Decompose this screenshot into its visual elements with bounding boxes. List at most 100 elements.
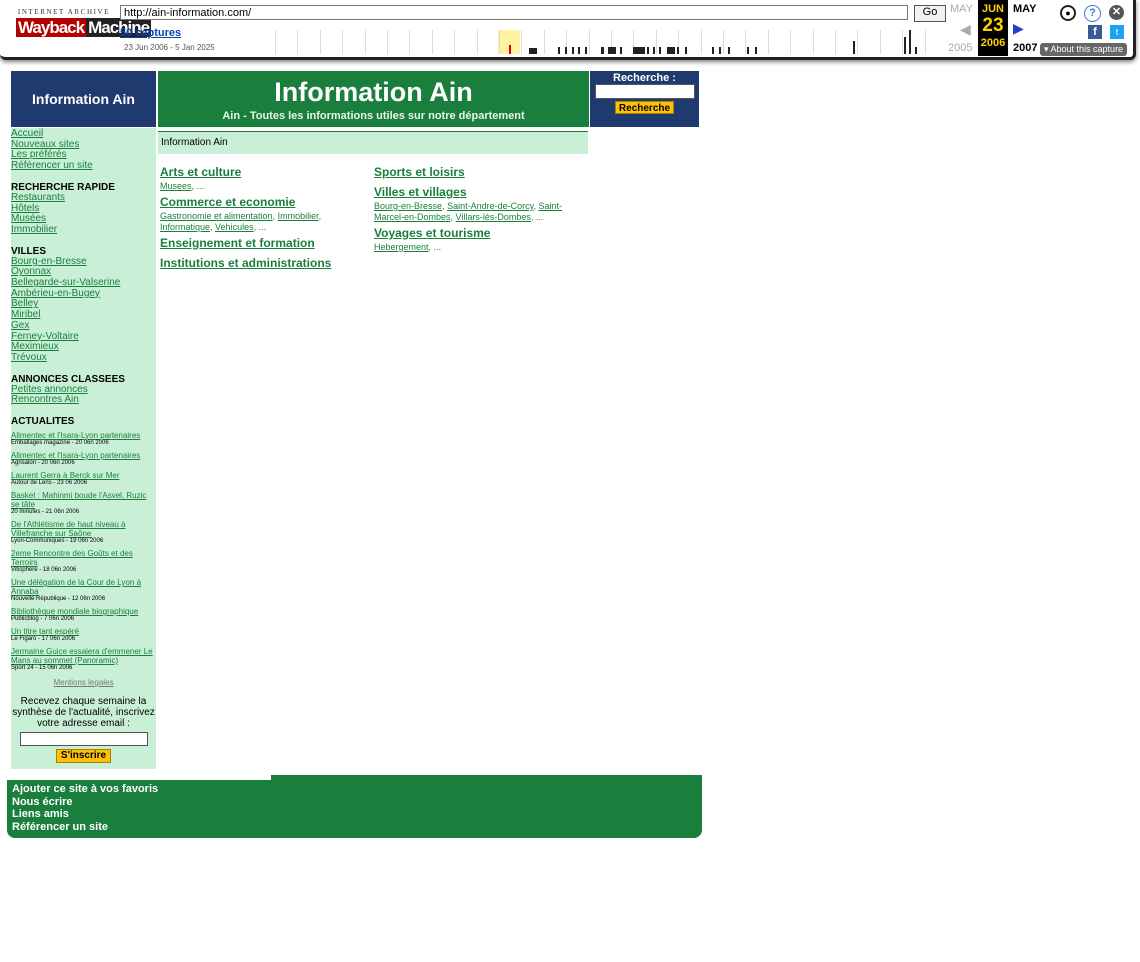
news-title-link[interactable]: Alimentec et l'Isara-Lyon partenaires: [11, 451, 156, 460]
news-item: Jermaine Guice essaiera d'emmener Le Man…: [11, 647, 156, 672]
news-heading: ACTUALITES: [11, 416, 75, 428]
category-title-institutions-et-administrations[interactable]: Institutions et administrations: [160, 256, 331, 270]
capture-sparkline[interactable]: [275, 30, 943, 54]
subscribe-button[interactable]: S'inscrire: [56, 749, 111, 764]
category-subs: Hebergement, ...: [374, 242, 442, 252]
capture-bar: [565, 47, 567, 54]
go-button[interactable]: Go: [914, 5, 946, 22]
facebook-icon[interactable]: f: [1088, 25, 1102, 39]
search-input[interactable]: [595, 84, 695, 99]
next-month[interactable]: MAY: [1013, 3, 1036, 15]
news-title-link[interactable]: 2eme Rencontre des Goûts et des Terroirs: [11, 549, 156, 567]
year-column: [499, 30, 500, 54]
subcategory-link-hebergement[interactable]: Hebergement: [374, 242, 429, 252]
capture-bar: [585, 47, 587, 54]
category-subs: Bourg-en-Bresse, Saint-Andre-de-Corcy, S…: [374, 201, 562, 222]
subcategory-link-informatique[interactable]: Informatique: [160, 222, 210, 232]
year-column: [812, 30, 814, 54]
next-year[interactable]: 2007: [1013, 42, 1037, 54]
capture-bar: [915, 47, 917, 54]
category-title-sports-et-loisirs[interactable]: Sports et loisirs: [374, 165, 465, 179]
capture-bar: [578, 47, 580, 54]
news-title-link[interactable]: Basket : Mahinmi boude l'Asvel, Ruzic se…: [11, 491, 156, 509]
capture-bar: [909, 30, 911, 54]
subcategory-link-vehicules[interactable]: Vehicules: [215, 222, 254, 232]
year-column: [409, 30, 411, 54]
close-icon[interactable]: ✕: [1109, 5, 1124, 20]
year-column: [319, 30, 321, 54]
news-source: Lyon-Communiques - 19 06n 2006: [11, 538, 104, 545]
year-column: [275, 30, 276, 54]
year-column: [857, 30, 859, 54]
help-icon[interactable]: ?: [1084, 5, 1101, 22]
news-title-link[interactable]: Laurent Gerra à Berck sur Mer: [11, 471, 156, 480]
subcategory-link-gastronomie-et-alimentation[interactable]: Gastronomie et alimentation: [160, 211, 273, 221]
news-title-link[interactable]: Bibliothèque mondiale biographique: [11, 607, 156, 616]
category-title-voyages-et-tourisme[interactable]: Voyages et tourisme: [374, 226, 490, 240]
category-voyages-et-tourisme: Voyages et tourisme Hebergement, ...: [374, 226, 579, 253]
footer: Ajouter ce site à vos favoris Nous écrire…: [7, 775, 702, 838]
site-banner: Information Ain Ain - Toutes les informa…: [158, 71, 589, 127]
news-source: Nouvelle République - 12 06n 2006: [11, 596, 106, 603]
news-title-link[interactable]: Un titre tant espéré: [11, 627, 156, 636]
capture-bar: [529, 48, 537, 54]
news-title-link[interactable]: De l'Athlétisme de haut niveau à Villefr…: [11, 520, 156, 538]
quick-link-immobilier[interactable]: Immobilier: [11, 224, 156, 236]
next-arrow-icon[interactable]: ▶: [1013, 20, 1024, 37]
footer-link-ajouter-ce-site-a-vos-favoris[interactable]: Ajouter ce site à vos favoris: [12, 783, 158, 796]
capture-bar: [755, 47, 757, 54]
subcategory-link-bourg-en-bresse[interactable]: Bourg-en-Bresse: [374, 201, 442, 211]
news-item: Une délégation de la Cour de Lyon à Anna…: [11, 578, 156, 603]
news-source: Emballages magazine - 20 06n 2006: [11, 440, 109, 447]
footer-link-nous-ecrire[interactable]: Nous écrire: [12, 796, 158, 809]
city-link-trevoux[interactable]: Trévoux: [11, 352, 156, 364]
captures-link[interactable]: 50 captures: [120, 27, 181, 39]
category-title-arts-et-culture[interactable]: Arts et culture: [160, 165, 241, 179]
subcategory-link-saint-andre-de-corcy[interactable]: Saint-Andre-de-Corcy: [447, 201, 533, 211]
capture-bar: [667, 47, 675, 54]
capture-bar: [647, 47, 649, 54]
year-column: [723, 30, 724, 54]
city-link-miribel[interactable]: Miribel: [11, 309, 156, 321]
search-label: Recherche :: [613, 72, 676, 84]
news-title-link[interactable]: Une délégation de la Cour de Lyon à Anna…: [11, 578, 156, 596]
search-button[interactable]: Recherche: [615, 101, 674, 114]
about-capture-button[interactable]: ▾ About this capture: [1040, 43, 1127, 56]
legal-link[interactable]: Mentions legales: [11, 678, 156, 687]
category-villes-et-villages: Villes et villages Bourg-en-Bresse, Saint…: [374, 185, 579, 222]
breadcrumb: Information Ain: [158, 131, 588, 154]
category-title-commerce-et-economie[interactable]: Commerce et economie: [160, 195, 295, 209]
capture-bar: [719, 47, 721, 54]
newsletter-email-input[interactable]: [19, 732, 148, 747]
city-link-gex[interactable]: Gex: [11, 320, 156, 332]
prev-year[interactable]: 2005: [948, 42, 972, 54]
subcategory-link-immobilier[interactable]: Immobilier: [278, 211, 319, 221]
footer-link-referencer-un-site[interactable]: Référencer un site: [12, 821, 158, 834]
capture-bar: [747, 47, 749, 54]
user-icon[interactable]: ●: [1060, 5, 1076, 21]
prev-month[interactable]: MAY: [950, 3, 973, 15]
sidebar: Accueil Nouveaux sites Les préférés Référen…: [11, 128, 156, 769]
category-sports-et-loisirs: Sports et loisirs: [374, 165, 579, 179]
category-title-enseignement-et-formation[interactable]: Enseignement et formation: [160, 236, 315, 250]
news-title-link[interactable]: Jermaine Guice essaiera d'emmener Le Man…: [11, 647, 156, 665]
category-title-villes-et-villages[interactable]: Villes et villages: [374, 185, 467, 199]
sidebar-link-referencer-un-site[interactable]: Référencer un site: [11, 160, 156, 172]
current-capture-marker: [509, 45, 511, 54]
twitter-icon[interactable]: t: [1110, 25, 1124, 39]
subcategory-link-villars-les-dombes[interactable]: Villars-lès-Dombes: [456, 212, 531, 222]
year-column: [342, 30, 344, 54]
news-title-link[interactable]: Alimentec et l'Isara-Lyon partenaires: [11, 431, 156, 440]
year-column: [655, 30, 657, 54]
quick-link-restaurants[interactable]: Restaurants: [11, 192, 156, 204]
category-commerce-et-economie: Commerce et economie Gastronomie et alime…: [160, 195, 365, 232]
footer-link-liens-amis[interactable]: Liens amis: [12, 808, 158, 821]
ads-link-rencontres-ain[interactable]: Rencontres Ain: [11, 395, 156, 406]
category-arts-et-culture: Arts et culture Musees, ...: [160, 165, 365, 192]
url-input[interactable]: [120, 5, 908, 20]
year-column: [297, 30, 299, 54]
prev-arrow-icon[interactable]: ◀: [960, 21, 971, 38]
subcategory-link-musees[interactable]: Musees: [160, 181, 192, 191]
wayback-logo[interactable]: INTERNET ARCHIVE Wayback Machine: [16, 8, 152, 48]
capture-bar: [659, 47, 661, 54]
